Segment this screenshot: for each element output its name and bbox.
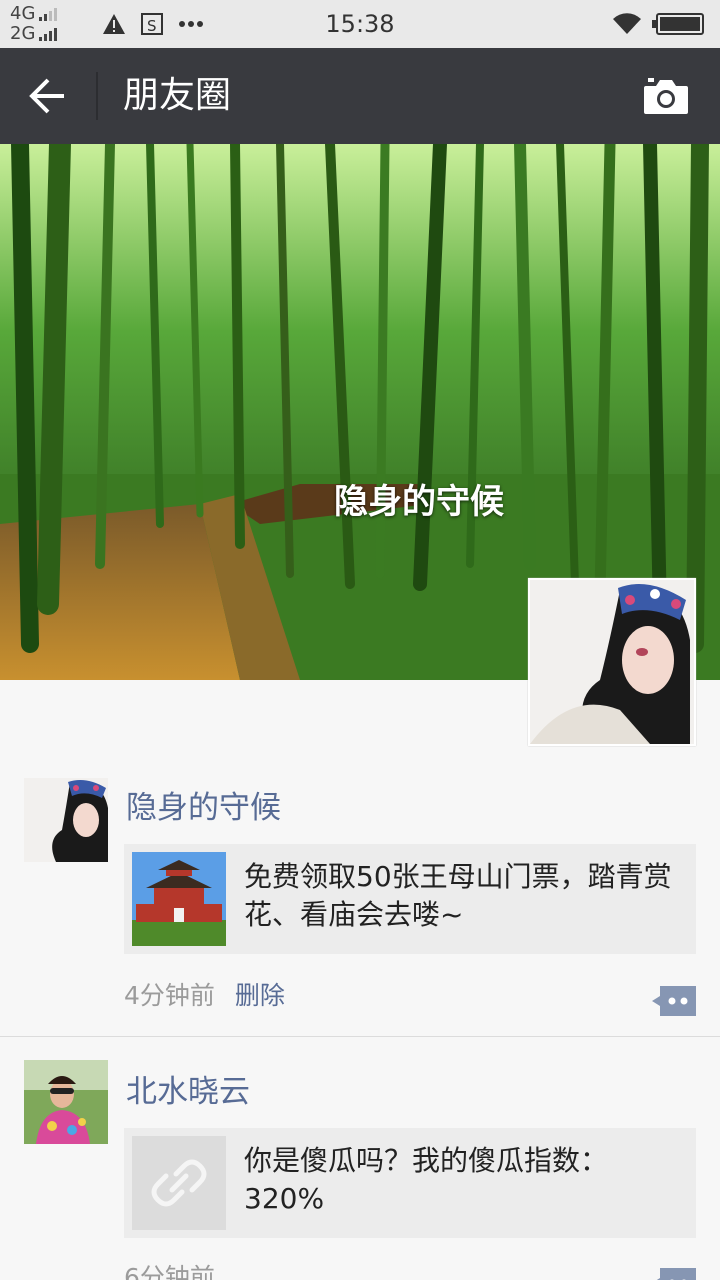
comment-icon[interactable]: [652, 986, 696, 1016]
post-timestamp: 6分钟前: [124, 1263, 215, 1280]
comment-icon[interactable]: [652, 1268, 696, 1280]
person-photo-illustration: [24, 1060, 108, 1144]
shared-link-card[interactable]: 免费领取50张王母山门票，踏青赏花、看庙会去喽~: [124, 844, 696, 954]
camera-icon[interactable]: [642, 76, 690, 116]
title-divider: [96, 72, 98, 120]
post-timestamp: 4分钟前: [124, 981, 215, 1010]
shared-link-card[interactable]: 你是傻瓜吗？我的傻瓜指数：320%: [124, 1128, 696, 1238]
delete-link[interactable]: 删除: [235, 981, 285, 1010]
post-author-name[interactable]: 北水晓云: [126, 1066, 250, 1111]
post-meta: 6分钟前: [124, 1258, 215, 1280]
link-title: 你是傻瓜吗？我的傻瓜指数：320%: [244, 1144, 609, 1215]
post-meta: 4分钟前 删除: [124, 976, 285, 1012]
post-avatar[interactable]: [24, 778, 108, 862]
title-bar: 朋友圈: [0, 48, 720, 144]
opera-portrait-illustration: [24, 778, 108, 862]
temple-illustration: [132, 852, 226, 946]
opera-portrait-illustration: [530, 580, 694, 744]
page-title: 朋友圈: [123, 75, 232, 116]
back-arrow-icon[interactable]: [26, 74, 70, 118]
link-icon: [151, 1159, 207, 1207]
wifi-icon: [613, 13, 641, 35]
post-avatar[interactable]: [24, 1060, 108, 1144]
post-author-name[interactable]: 隐身的守候: [126, 782, 281, 827]
post-divider: [0, 1036, 720, 1037]
link-title: 免费领取50张王母山门票，踏青赏花、看庙会去喽~: [244, 860, 672, 931]
link-thumbnail: [132, 852, 226, 946]
link-thumbnail: [132, 1136, 226, 1230]
cover-username: 隐身的守候: [334, 482, 504, 522]
profile-avatar[interactable]: [528, 578, 696, 746]
battery-icon: [652, 13, 704, 35]
status-bar: 4G 2G S 15:38: [0, 0, 720, 48]
